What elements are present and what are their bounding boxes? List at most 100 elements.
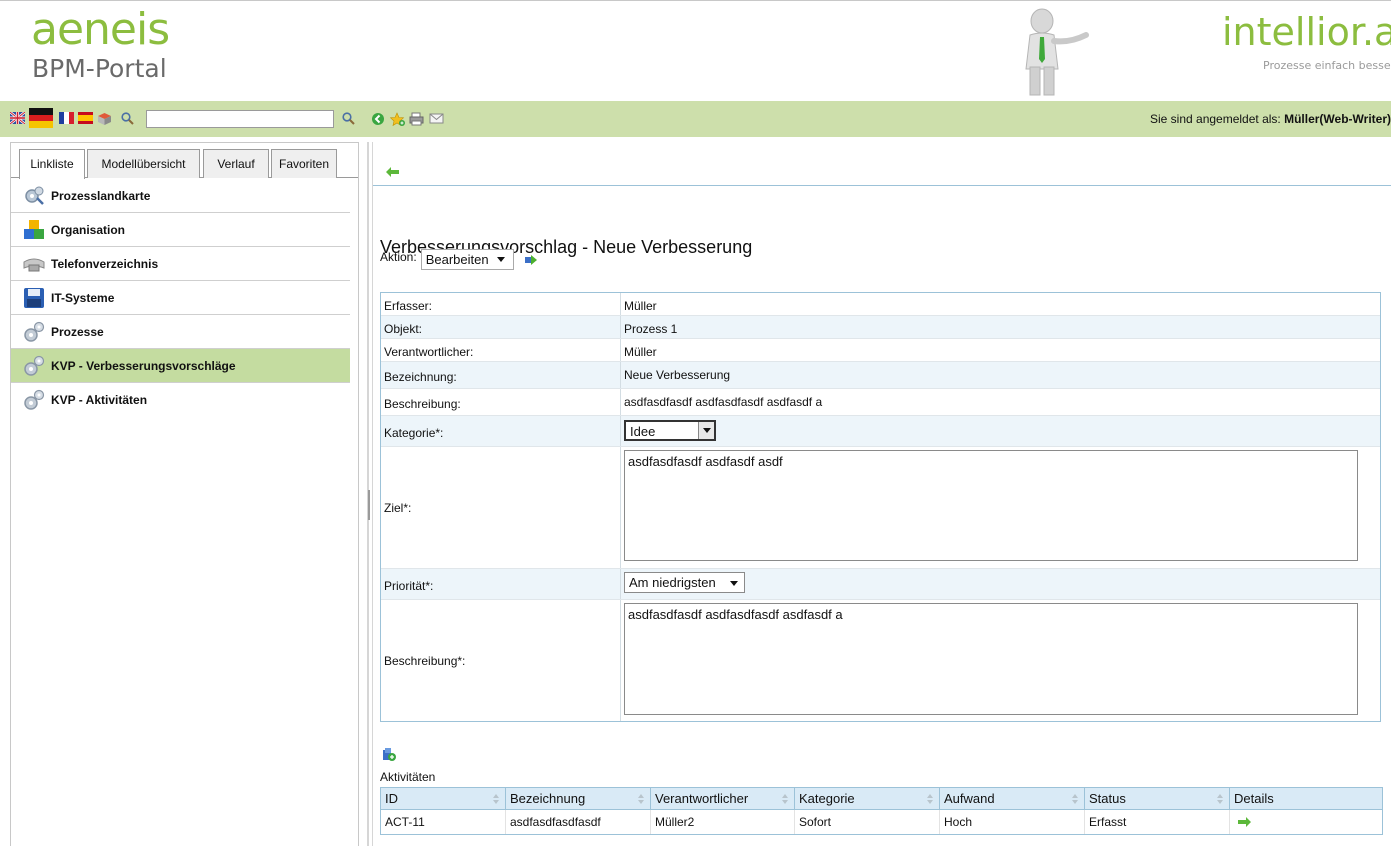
cell-verantwortlicher: Müller2	[651, 810, 795, 834]
tab-verlauf[interactable]: Verlauf	[203, 149, 269, 178]
intellior-logo[interactable]: intellior.a	[1222, 11, 1391, 53]
value-prioritaet: Am niedrigsten	[621, 569, 1380, 599]
col-header-id[interactable]: ID	[381, 788, 506, 809]
add-favorite-icon[interactable]	[390, 112, 405, 126]
col-header-aufwand[interactable]: Aufwand	[940, 788, 1085, 809]
flag-de-icon[interactable]	[29, 108, 53, 128]
kategorie-select[interactable]: Idee	[624, 420, 716, 441]
link-list: Prozesslandkarte Organisation Telefonver…	[11, 179, 350, 417]
cell-id: ACT-11	[381, 810, 506, 834]
table-row[interactable]: ACT-11 asdfasdfasdfasdf Müller2 Sofort H…	[381, 810, 1382, 834]
sort-icon[interactable]	[493, 794, 499, 804]
col-header-details[interactable]: Details	[1230, 788, 1382, 809]
prioritaet-select[interactable]: Am niedrigsten	[624, 572, 745, 593]
flag-es-icon[interactable]	[78, 112, 93, 124]
login-prefix: Sie sind angemeldet als:	[1150, 112, 1285, 126]
search-submit-icon[interactable]	[342, 112, 355, 125]
activities-table: ID Bezeichnung Verantwortlicher Kategori…	[380, 787, 1383, 835]
sort-icon[interactable]	[1072, 794, 1078, 804]
email-icon[interactable]	[429, 112, 444, 125]
back-arrow-icon[interactable]	[386, 167, 399, 177]
value-beschreibung-edit: asdfasdfasdf asdfasdfasdf asdfasdf a	[621, 600, 1380, 721]
nav-label-prozesslandkarte: Prozesslandkarte	[51, 188, 151, 203]
cell-bezeichnung: asdfasdfasdfasdf	[506, 810, 651, 834]
box-3d-icon[interactable]	[97, 112, 112, 126]
value-bezeichnung: Neue Verbesserung	[624, 368, 731, 382]
col-header-kategorie[interactable]: Kategorie	[795, 788, 940, 809]
floppy-disk-icon	[24, 287, 44, 308]
search-icon[interactable]	[121, 112, 134, 125]
col-header-bezeichnung[interactable]: Bezeichnung	[506, 788, 651, 809]
cell-aufwand: Hoch	[940, 810, 1085, 834]
ziel-textarea[interactable]: asdfasdfasdf asdfasdf asdf	[624, 450, 1358, 561]
intellior-tagline: Prozesse einfach besser	[1263, 59, 1391, 72]
login-user: Müller(Web-Writer)	[1284, 112, 1391, 126]
search-input[interactable]	[146, 110, 334, 128]
print-icon[interactable]	[409, 112, 424, 126]
dropdown-arrow-icon[interactable]	[698, 422, 714, 439]
header: aeneis BPM-Portal intellior.a Prozesse e…	[0, 0, 1391, 101]
splitter-grip[interactable]	[368, 490, 370, 520]
nav-item-kvp-aktivitaeten[interactable]: KVP - Aktivitäten	[11, 383, 350, 417]
label-objekt: Objekt:	[381, 316, 621, 338]
col-header-status[interactable]: Status	[1085, 788, 1230, 809]
details-arrow-icon[interactable]	[1238, 817, 1251, 827]
gears-icon	[24, 389, 45, 410]
aktion-select[interactable]: Bearbeiten	[420, 249, 514, 270]
tab-linkliste[interactable]: Linkliste	[19, 149, 85, 179]
sort-icon[interactable]	[1217, 794, 1223, 804]
nav-item-it-systeme[interactable]: IT-Systeme	[11, 281, 350, 315]
sort-icon[interactable]	[927, 794, 933, 804]
back-circle-icon[interactable]	[371, 112, 385, 126]
label-ziel: Ziel*:	[381, 447, 621, 568]
nav-item-prozesse[interactable]: Prozesse	[11, 315, 350, 349]
col-label-kategorie: Kategorie	[799, 791, 855, 806]
sort-icon[interactable]	[782, 794, 788, 804]
label-beschreibung-edit: Beschreibung*:	[381, 600, 621, 721]
col-label-id: ID	[385, 791, 398, 806]
row-beschreibung: Beschreibung: asdfasdfasdf asdfasdfasdf …	[381, 389, 1380, 416]
tab-modelluebersicht[interactable]: Modellübersicht	[87, 149, 200, 178]
activities-label: Aktivitäten	[380, 770, 436, 784]
label-beschreibung: Beschreibung:	[381, 389, 621, 415]
row-objekt: Objekt: Prozess 1	[381, 316, 1380, 339]
row-erfasser: Erfasser: Müller	[381, 293, 1380, 316]
nav-label-kvp-verbesserungsvorschlaege: KVP - Verbesserungsvorschläge	[51, 358, 236, 373]
beschreibung-textarea[interactable]: asdfasdfasdf asdfasdfasdf asdfasdf a	[624, 603, 1358, 715]
nav-item-telefonverzeichnis[interactable]: Telefonverzeichnis	[11, 247, 350, 281]
cell-status: Erfasst	[1085, 810, 1230, 834]
nav-item-prozesslandkarte[interactable]: Prozesslandkarte	[11, 179, 350, 213]
cell-kategorie: Sofort	[795, 810, 940, 834]
aktion-bar: Aktion: Bearbeiten	[380, 249, 537, 270]
row-ziel: Ziel*: asdfasdfasdf asdfasdf asdf	[381, 447, 1380, 569]
col-label-aufwand: Aufwand	[944, 791, 995, 806]
add-activity-icon[interactable]	[382, 747, 396, 761]
nav-item-kvp-verbesserungsvorschlaege[interactable]: KVP - Verbesserungsvorschläge	[11, 349, 350, 383]
nav-item-organisation[interactable]: Organisation	[11, 213, 350, 247]
flag-fr-icon[interactable]	[59, 112, 74, 124]
main-content: Verbesserungsvorschlag - Neue Verbesseru…	[373, 142, 1391, 846]
improvement-form: Erfasser: Müller Objekt: Prozess 1 Veran…	[380, 292, 1381, 722]
row-kategorie: Kategorie*: Idee	[381, 416, 1380, 447]
login-status: Sie sind angemeldet als: Müller(Web-Writ…	[1150, 112, 1391, 126]
execute-action-icon[interactable]	[524, 254, 537, 265]
row-bezeichnung: Bezeichnung: Neue Verbesserung	[381, 362, 1380, 389]
tab-favoriten[interactable]: Favoriten	[271, 149, 337, 178]
aeneis-logo[interactable]: aeneis	[31, 7, 170, 53]
left-panel: Linkliste Modellübersicht Verlauf Favori…	[10, 142, 359, 846]
value-kategorie: Idee	[621, 416, 1380, 446]
sort-icon[interactable]	[638, 794, 644, 804]
gears-search-icon	[25, 186, 44, 205]
flag-uk-icon[interactable]	[10, 112, 25, 124]
kategorie-selected: Idee	[630, 424, 656, 439]
nav-label-prozesse: Prozesse	[51, 324, 104, 339]
nav-label-it-systeme: IT-Systeme	[51, 290, 115, 305]
col-header-verantwortlicher[interactable]: Verantwortlicher	[651, 788, 795, 809]
value-objekt[interactable]: Prozess 1	[621, 316, 1380, 338]
left-tabs: Linkliste Modellübersicht Verlauf Favori…	[11, 143, 358, 179]
value-erfasser: Müller	[624, 299, 657, 313]
label-verantwortlicher: Verantwortlicher:	[381, 339, 621, 361]
cell-details	[1230, 810, 1382, 834]
top-separator	[373, 185, 1391, 186]
value-beschreibung: asdfasdfasdf asdfasdfasdf asdfasdf a	[624, 395, 823, 409]
